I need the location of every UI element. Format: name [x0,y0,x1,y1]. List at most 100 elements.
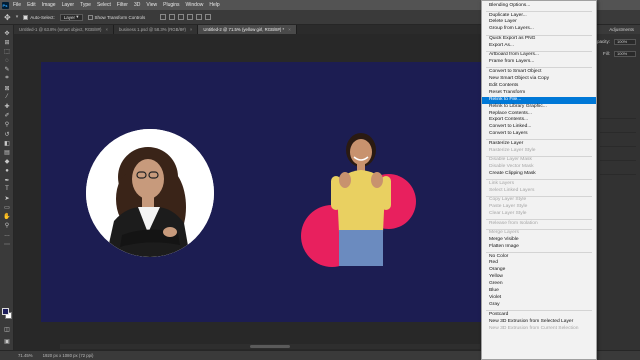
history-brush-tool-icon[interactable]: ↺ [2,130,12,138]
clone-stamp-tool-icon[interactable]: ⚲ [2,121,12,129]
dodge-tool-icon[interactable]: ● [2,167,12,175]
layer-row[interactable] [600,147,636,161]
foreground-color-swatch[interactable] [2,308,9,315]
menu-separator [482,195,596,198]
frame-tool-icon[interactable]: ⊠ [2,84,12,92]
context-menu-item[interactable]: Postcard [482,312,596,319]
context-menu-item[interactable]: Gray [482,302,596,309]
shape-tool-icon[interactable]: ▭ [2,204,12,212]
hand-tool-icon[interactable]: ✋ [2,213,12,221]
scrollbar-thumb[interactable] [250,345,290,348]
context-menu-item: New 3D Extrusion from Current Selection [489,325,579,331]
context-menu-item[interactable]: Edit Contents [482,83,596,90]
menu-help[interactable]: Help [206,2,222,8]
context-menu-item[interactable]: Convert to Layers [482,131,596,138]
menu-type[interactable]: Type [77,2,94,8]
photoshop-logo-icon: Ps [1,1,9,9]
path-select-tool-icon[interactable]: ➤ [2,194,12,202]
context-menu-item[interactable]: Quick Export as PNG [482,36,596,43]
menu-view[interactable]: View [143,2,160,8]
close-icon[interactable]: × [190,27,193,32]
align-right-icon[interactable] [178,14,185,20]
menu-filter[interactable]: Filter [114,2,131,8]
gradient-tool-icon[interactable]: ▤ [2,148,12,156]
fill-field[interactable]: 100% [614,50,636,57]
menu-select[interactable]: Select [94,2,114,8]
zoom-level[interactable]: 71.45% [18,353,33,358]
context-menu-item[interactable]: No Color [482,254,596,261]
align-bottom-icon[interactable] [205,14,212,20]
align-middle-icon[interactable] [196,14,203,20]
context-menu-item[interactable]: Merge Visible [482,237,596,244]
context-menu-item[interactable]: Convert to Smart Object [482,69,596,76]
eyedropper-tool-icon[interactable]: ⁄ [2,93,12,101]
more-tools-icon[interactable]: … [2,231,12,239]
menu-window[interactable]: Window [183,2,207,8]
horizontal-scrollbar[interactable] [60,344,480,349]
menu-layer[interactable]: Layer [59,2,78,8]
move-tool-icon[interactable]: ✥ [2,29,12,37]
show-transform-option[interactable]: Show Transform Controls [87,14,145,20]
marquee-tool-icon[interactable]: ⬚ [2,47,12,55]
context-menu-item[interactable]: Create Clipping Mask [482,171,596,178]
context-menu-item[interactable]: Frame from Layers... [482,59,596,66]
smart-object-circle-photo[interactable] [86,129,214,257]
context-menu-item[interactable]: Blending Options... [482,3,596,10]
quick-select-tool-icon[interactable]: ✎ [2,66,12,74]
menu-file[interactable]: File [10,2,24,8]
lasso-tool-icon[interactable]: ◌ [2,57,12,65]
quick-mask-icon[interactable]: ◫ [2,325,12,333]
layer-row[interactable] [600,105,636,119]
menu-plugins[interactable]: Plugins [160,2,182,8]
layer-row[interactable] [600,161,636,175]
type-tool-icon[interactable]: T [2,185,12,193]
tab-untitled-1[interactable]: Untitled-1 @ 63.8% (smart object, RGB/8#… [14,25,114,34]
align-center-icon[interactable] [169,14,176,20]
artboard-tool-icon[interactable]: ⊞ [2,38,12,46]
context-menu-item[interactable]: Relink to Library Graphic... [482,104,596,111]
close-icon[interactable]: × [105,27,108,32]
layer-row[interactable] [600,133,636,147]
close-icon[interactable]: × [288,27,291,32]
context-menu-item[interactable]: Green [482,281,596,288]
align-left-icon[interactable] [160,14,167,20]
blur-tool-icon[interactable]: ◆ [2,158,12,166]
eraser-tool-icon[interactable]: ◧ [2,139,12,147]
menu-image[interactable]: Image [39,2,59,8]
move-tool-icon[interactable]: ✥ [4,13,11,22]
pen-tool-icon[interactable]: ✒ [2,176,12,184]
chevron-down-icon[interactable]: ▾ [16,14,19,20]
menu-separator [482,66,596,69]
opacity-field[interactable]: 100% [614,38,636,45]
auto-select-option[interactable]: Auto-Select: [23,14,55,20]
zoom-tool-icon[interactable]: ⚲ [2,222,12,230]
screen-mode-icon[interactable]: ▣ [2,337,12,345]
healing-brush-tool-icon[interactable]: ✚ [2,103,12,111]
context-menu-item[interactable]: Rasterize Layer [482,141,596,148]
context-menu-item: Select Linked Layers [489,187,535,193]
context-menu-item: Rasterize Layer Style [489,147,536,153]
transform-checkbox[interactable] [87,14,93,20]
layers-list [600,105,636,175]
crop-tool-icon[interactable]: ⌗ [2,75,12,83]
auto-select-checkbox[interactable] [23,14,29,20]
align-top-icon[interactable] [187,14,194,20]
menu-3d[interactable]: 3D [131,2,143,8]
menu-separator [482,50,596,53]
tab-untitled-2[interactable]: Untitled-2 @ 71.5% (yellow girl, RGB/8#)… [198,25,297,34]
yellow-girl-image[interactable] [321,132,401,266]
tab-business-1[interactable]: business 1.psd @ 58.3% (RGB/8#) × [113,25,199,34]
menu-edit[interactable]: Edit [24,2,39,8]
context-menu-item[interactable]: Flatten Image [482,244,596,251]
context-menu-item[interactable]: Reset Transform [482,90,596,97]
context-menu-item[interactable]: Export As... [482,43,596,50]
context-menu-item[interactable]: New 3D Extrusion from Selected Layer [482,319,596,326]
auto-select-dropdown[interactable]: Layer ▾ [59,13,83,21]
context-menu-item[interactable]: New Smart Object via Copy [482,76,596,83]
layer-row[interactable] [600,119,636,133]
context-menu-item[interactable]: Relink to File... [482,96,596,104]
context-menu-item[interactable]: Group from Layers... [482,26,596,33]
brush-tool-icon[interactable]: ✐ [2,112,12,120]
document-canvas[interactable] [41,62,483,322]
edit-toolbar-icon[interactable]: ⋯ [2,240,12,248]
